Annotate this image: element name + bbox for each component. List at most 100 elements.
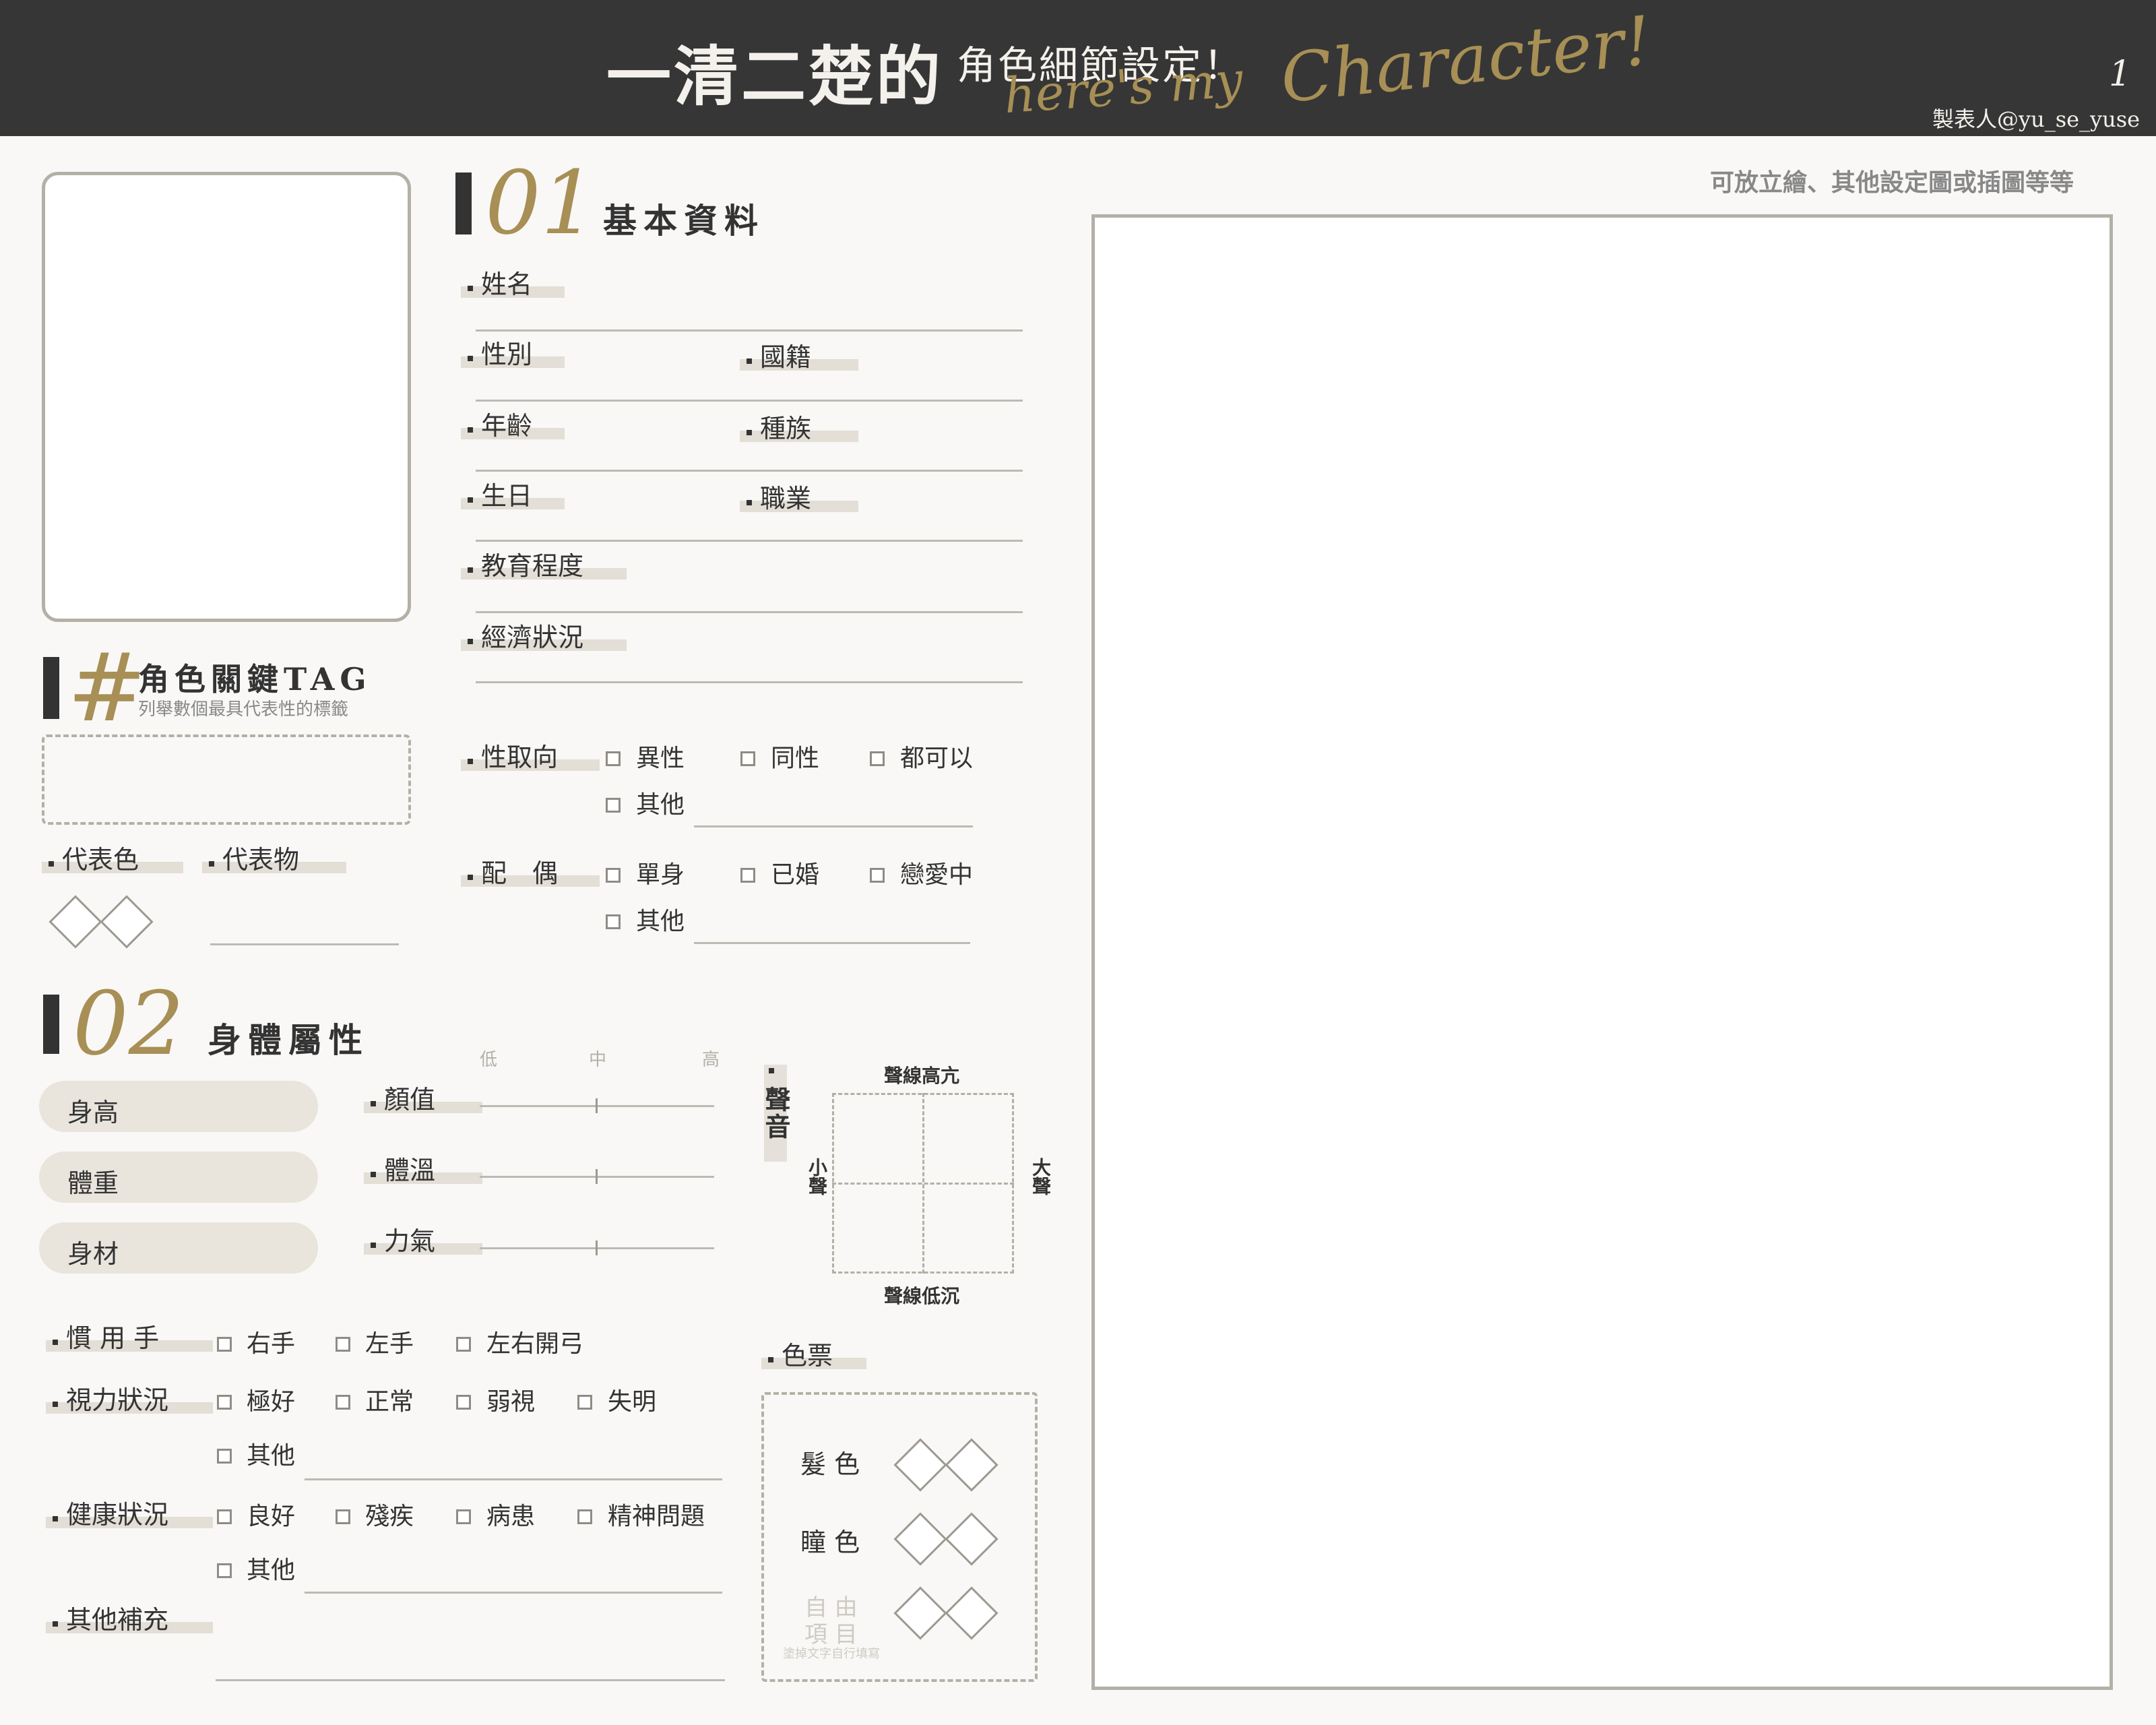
option-label: 戀愛中 bbox=[900, 861, 974, 889]
checkbox[interactable] bbox=[217, 1337, 232, 1352]
label-other-notes: 其他補充 bbox=[46, 1607, 213, 1633]
figure-label: 身材 bbox=[67, 1239, 119, 1269]
vision-other-underline[interactable] bbox=[305, 1478, 722, 1480]
label-race: 種族 bbox=[740, 416, 858, 442]
label-looks: 顏值 bbox=[364, 1087, 482, 1113]
option-label: 右手 bbox=[247, 1330, 296, 1358]
age-underline[interactable] bbox=[476, 470, 1023, 472]
label-palette: 色票 bbox=[761, 1343, 866, 1369]
option-label: 弱視 bbox=[486, 1388, 536, 1416]
option-label: 左手 bbox=[365, 1330, 414, 1358]
voice-right-label: 大聲 bbox=[1029, 1158, 1052, 1195]
slider-tick[interactable] bbox=[596, 1098, 598, 1113]
checkbox[interactable] bbox=[606, 798, 621, 813]
tag-input-box[interactable] bbox=[42, 734, 411, 825]
option-label: 病患 bbox=[486, 1503, 536, 1530]
option-label: 已婚 bbox=[771, 861, 820, 889]
checkbox[interactable] bbox=[606, 751, 621, 766]
illustration-frame[interactable] bbox=[1091, 214, 2113, 1690]
voice-axis-horizontal bbox=[832, 1183, 1014, 1185]
basic-section-bar bbox=[455, 172, 472, 234]
option-label: 良好 bbox=[247, 1503, 296, 1530]
option-label: 都可以 bbox=[900, 745, 974, 772]
education-underline[interactable] bbox=[476, 611, 1023, 613]
orientation-other-underline[interactable] bbox=[694, 825, 973, 827]
label-education: 教育程度 bbox=[461, 553, 627, 579]
checkbox[interactable] bbox=[336, 1337, 350, 1352]
label-birthday: 生日 bbox=[461, 483, 565, 509]
right-panel-note: 可放立繪、其他設定圖或插圖等等 bbox=[1710, 169, 2074, 197]
gender-underline[interactable] bbox=[476, 400, 1023, 402]
color-swatch-diamond[interactable] bbox=[100, 895, 154, 949]
option-label: 其他 bbox=[636, 791, 685, 819]
option-label: 其他 bbox=[636, 908, 685, 935]
option-label: 精神問題 bbox=[608, 1503, 705, 1530]
height-label: 身高 bbox=[67, 1098, 119, 1127]
item-underline[interactable] bbox=[210, 943, 399, 945]
slider-tick[interactable] bbox=[596, 1241, 598, 1255]
checkbox[interactable] bbox=[456, 1509, 471, 1524]
option-label: 同性 bbox=[771, 745, 820, 772]
label-representative-color: 代表色 bbox=[42, 847, 183, 873]
checkbox[interactable] bbox=[606, 868, 621, 883]
label-nationality: 國籍 bbox=[740, 344, 858, 371]
economy-underline[interactable] bbox=[476, 681, 1023, 683]
other-notes-underline[interactable] bbox=[216, 1679, 725, 1681]
option-label: 左右開弓 bbox=[486, 1330, 584, 1358]
voice-top-label: 聲線高亢 bbox=[884, 1065, 960, 1087]
checkbox[interactable] bbox=[577, 1395, 592, 1410]
voice-label: 聲音 bbox=[761, 1086, 790, 1140]
hash-icon: # bbox=[67, 633, 147, 743]
voice-bullet bbox=[769, 1068, 774, 1073]
option-label: 其他 bbox=[247, 1557, 296, 1584]
checkbox[interactable] bbox=[577, 1509, 592, 1524]
checkbox[interactable] bbox=[217, 1563, 232, 1578]
portrait-frame[interactable] bbox=[42, 172, 411, 622]
label-health: 健康狀況 bbox=[46, 1502, 213, 1528]
page-number: 1 bbox=[2109, 54, 2132, 94]
checkbox[interactable] bbox=[870, 751, 885, 766]
tag-section-title: 角色關鍵TAG bbox=[138, 661, 372, 697]
checkbox[interactable] bbox=[336, 1395, 350, 1410]
option-label: 正常 bbox=[365, 1388, 414, 1416]
checkbox[interactable] bbox=[456, 1395, 471, 1410]
checkbox[interactable] bbox=[740, 868, 755, 883]
checkbox[interactable] bbox=[740, 751, 755, 766]
label-orientation: 性取向 bbox=[461, 745, 600, 771]
color-swatch-diamond[interactable] bbox=[49, 895, 102, 949]
checkbox[interactable] bbox=[870, 868, 885, 883]
body-section-bar bbox=[43, 995, 59, 1054]
palette-free-note: 塗掉文字自行填寫 bbox=[783, 1647, 880, 1661]
label-gender: 性別 bbox=[461, 342, 565, 368]
label-body-temp: 體溫 bbox=[364, 1158, 482, 1184]
checkbox[interactable] bbox=[606, 914, 621, 929]
label-handedness: 慣 用 手 bbox=[46, 1325, 213, 1352]
scale-high: 高 bbox=[702, 1050, 720, 1070]
body-section-title: 身體屬性 bbox=[208, 1020, 369, 1060]
checkbox[interactable] bbox=[217, 1449, 232, 1464]
basic-section-number: 01 bbox=[485, 152, 597, 254]
checkbox[interactable] bbox=[217, 1395, 232, 1410]
option-label: 異性 bbox=[636, 745, 685, 772]
label-age: 年齡 bbox=[461, 413, 565, 439]
palette-eye-label: 瞳 色 bbox=[800, 1528, 860, 1557]
slider-tick[interactable] bbox=[596, 1169, 598, 1184]
birthday-underline[interactable] bbox=[476, 540, 1023, 542]
tag-section-subtitle: 列舉數個最具代表性的標籤 bbox=[138, 699, 349, 720]
scale-low: 低 bbox=[480, 1050, 498, 1070]
spouse-other-underline[interactable] bbox=[694, 942, 970, 944]
name-underline[interactable] bbox=[476, 330, 1023, 332]
option-label: 單身 bbox=[636, 861, 685, 889]
checkbox[interactable] bbox=[456, 1337, 471, 1352]
option-label: 殘疾 bbox=[365, 1503, 414, 1530]
basic-section-title: 基本資料 bbox=[603, 201, 765, 241]
voice-bottom-label: 聲線低沉 bbox=[884, 1285, 960, 1307]
voice-left-label: 小聲 bbox=[806, 1158, 828, 1195]
option-label: 極好 bbox=[247, 1388, 296, 1416]
label-vision: 視力狀況 bbox=[46, 1387, 213, 1414]
health-other-underline[interactable] bbox=[305, 1592, 722, 1594]
checkbox[interactable] bbox=[217, 1509, 232, 1524]
credit-text: 製表人@yu_se_yuse bbox=[1932, 106, 2141, 132]
checkbox[interactable] bbox=[336, 1509, 350, 1524]
weight-label: 體重 bbox=[67, 1168, 119, 1198]
